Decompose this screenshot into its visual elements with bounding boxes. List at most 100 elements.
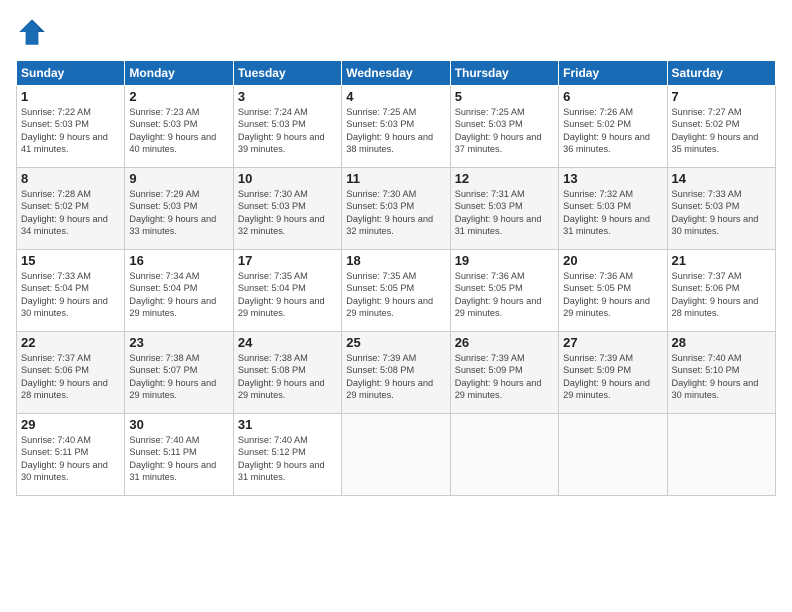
- calendar-week-5: 29 Sunrise: 7:40 AMSunset: 5:11 PMDaylig…: [17, 414, 776, 496]
- calendar-week-3: 15 Sunrise: 7:33 AMSunset: 5:04 PMDaylig…: [17, 250, 776, 332]
- calendar-cell: 29 Sunrise: 7:40 AMSunset: 5:11 PMDaylig…: [17, 414, 125, 496]
- day-number: 18: [346, 253, 445, 268]
- calendar-cell: 6 Sunrise: 7:26 AMSunset: 5:02 PMDayligh…: [559, 86, 667, 168]
- calendar-cell: 25 Sunrise: 7:39 AMSunset: 5:08 PMDaylig…: [342, 332, 450, 414]
- cell-info: Sunrise: 7:32 AMSunset: 5:03 PMDaylight:…: [563, 188, 662, 238]
- day-number: 30: [129, 417, 228, 432]
- weekday-header-monday: Monday: [125, 61, 233, 86]
- cell-info: Sunrise: 7:34 AMSunset: 5:04 PMDaylight:…: [129, 270, 228, 320]
- calendar-cell: 24 Sunrise: 7:38 AMSunset: 5:08 PMDaylig…: [233, 332, 341, 414]
- day-number: 9: [129, 171, 228, 186]
- day-number: 10: [238, 171, 337, 186]
- day-number: 3: [238, 89, 337, 104]
- logo: [16, 16, 54, 48]
- cell-info: Sunrise: 7:30 AMSunset: 5:03 PMDaylight:…: [238, 188, 337, 238]
- calendar-cell: 1 Sunrise: 7:22 AMSunset: 5:03 PMDayligh…: [17, 86, 125, 168]
- logo-icon: [16, 16, 48, 48]
- calendar-cell: 27 Sunrise: 7:39 AMSunset: 5:09 PMDaylig…: [559, 332, 667, 414]
- calendar-cell: 30 Sunrise: 7:40 AMSunset: 5:11 PMDaylig…: [125, 414, 233, 496]
- cell-info: Sunrise: 7:39 AMSunset: 5:09 PMDaylight:…: [563, 352, 662, 402]
- calendar-cell: 8 Sunrise: 7:28 AMSunset: 5:02 PMDayligh…: [17, 168, 125, 250]
- cell-info: Sunrise: 7:38 AMSunset: 5:07 PMDaylight:…: [129, 352, 228, 402]
- calendar-cell: 14 Sunrise: 7:33 AMSunset: 5:03 PMDaylig…: [667, 168, 775, 250]
- weekday-header-sunday: Sunday: [17, 61, 125, 86]
- day-number: 11: [346, 171, 445, 186]
- day-number: 14: [672, 171, 771, 186]
- day-number: 24: [238, 335, 337, 350]
- calendar-cell: 22 Sunrise: 7:37 AMSunset: 5:06 PMDaylig…: [17, 332, 125, 414]
- cell-info: Sunrise: 7:33 AMSunset: 5:04 PMDaylight:…: [21, 270, 120, 320]
- cell-info: Sunrise: 7:40 AMSunset: 5:11 PMDaylight:…: [129, 434, 228, 484]
- day-number: 4: [346, 89, 445, 104]
- day-number: 19: [455, 253, 554, 268]
- cell-info: Sunrise: 7:28 AMSunset: 5:02 PMDaylight:…: [21, 188, 120, 238]
- calendar-cell: 31 Sunrise: 7:40 AMSunset: 5:12 PMDaylig…: [233, 414, 341, 496]
- cell-info: Sunrise: 7:23 AMSunset: 5:03 PMDaylight:…: [129, 106, 228, 156]
- day-number: 16: [129, 253, 228, 268]
- calendar-cell: 20 Sunrise: 7:36 AMSunset: 5:05 PMDaylig…: [559, 250, 667, 332]
- calendar-cell: 16 Sunrise: 7:34 AMSunset: 5:04 PMDaylig…: [125, 250, 233, 332]
- page-container: SundayMondayTuesdayWednesdayThursdayFrid…: [0, 0, 792, 504]
- weekday-header-tuesday: Tuesday: [233, 61, 341, 86]
- day-number: 15: [21, 253, 120, 268]
- calendar-cell: 12 Sunrise: 7:31 AMSunset: 5:03 PMDaylig…: [450, 168, 558, 250]
- calendar-cell: 7 Sunrise: 7:27 AMSunset: 5:02 PMDayligh…: [667, 86, 775, 168]
- calendar-cell: 5 Sunrise: 7:25 AMSunset: 5:03 PMDayligh…: [450, 86, 558, 168]
- day-number: 31: [238, 417, 337, 432]
- calendar-cell: [559, 414, 667, 496]
- calendar-cell: [667, 414, 775, 496]
- header: [16, 16, 776, 48]
- day-number: 22: [21, 335, 120, 350]
- weekday-header-friday: Friday: [559, 61, 667, 86]
- day-number: 13: [563, 171, 662, 186]
- day-number: 20: [563, 253, 662, 268]
- cell-info: Sunrise: 7:40 AMSunset: 5:11 PMDaylight:…: [21, 434, 120, 484]
- calendar-body: 1 Sunrise: 7:22 AMSunset: 5:03 PMDayligh…: [17, 86, 776, 496]
- day-number: 29: [21, 417, 120, 432]
- day-number: 27: [563, 335, 662, 350]
- calendar-cell: 18 Sunrise: 7:35 AMSunset: 5:05 PMDaylig…: [342, 250, 450, 332]
- weekday-header-row: SundayMondayTuesdayWednesdayThursdayFrid…: [17, 61, 776, 86]
- cell-info: Sunrise: 7:26 AMSunset: 5:02 PMDaylight:…: [563, 106, 662, 156]
- cell-info: Sunrise: 7:35 AMSunset: 5:05 PMDaylight:…: [346, 270, 445, 320]
- calendar-cell: 23 Sunrise: 7:38 AMSunset: 5:07 PMDaylig…: [125, 332, 233, 414]
- cell-info: Sunrise: 7:40 AMSunset: 5:10 PMDaylight:…: [672, 352, 771, 402]
- cell-info: Sunrise: 7:22 AMSunset: 5:03 PMDaylight:…: [21, 106, 120, 156]
- cell-info: Sunrise: 7:30 AMSunset: 5:03 PMDaylight:…: [346, 188, 445, 238]
- cell-info: Sunrise: 7:37 AMSunset: 5:06 PMDaylight:…: [21, 352, 120, 402]
- cell-info: Sunrise: 7:40 AMSunset: 5:12 PMDaylight:…: [238, 434, 337, 484]
- calendar-week-1: 1 Sunrise: 7:22 AMSunset: 5:03 PMDayligh…: [17, 86, 776, 168]
- calendar-cell: 21 Sunrise: 7:37 AMSunset: 5:06 PMDaylig…: [667, 250, 775, 332]
- day-number: 23: [129, 335, 228, 350]
- weekday-header-thursday: Thursday: [450, 61, 558, 86]
- day-number: 28: [672, 335, 771, 350]
- cell-info: Sunrise: 7:29 AMSunset: 5:03 PMDaylight:…: [129, 188, 228, 238]
- calendar-cell: 11 Sunrise: 7:30 AMSunset: 5:03 PMDaylig…: [342, 168, 450, 250]
- calendar-cell: 26 Sunrise: 7:39 AMSunset: 5:09 PMDaylig…: [450, 332, 558, 414]
- day-number: 25: [346, 335, 445, 350]
- cell-info: Sunrise: 7:33 AMSunset: 5:03 PMDaylight:…: [672, 188, 771, 238]
- cell-info: Sunrise: 7:35 AMSunset: 5:04 PMDaylight:…: [238, 270, 337, 320]
- cell-info: Sunrise: 7:36 AMSunset: 5:05 PMDaylight:…: [455, 270, 554, 320]
- day-number: 6: [563, 89, 662, 104]
- day-number: 26: [455, 335, 554, 350]
- calendar-cell: 15 Sunrise: 7:33 AMSunset: 5:04 PMDaylig…: [17, 250, 125, 332]
- cell-info: Sunrise: 7:39 AMSunset: 5:08 PMDaylight:…: [346, 352, 445, 402]
- calendar-cell: 3 Sunrise: 7:24 AMSunset: 5:03 PMDayligh…: [233, 86, 341, 168]
- calendar-cell: 10 Sunrise: 7:30 AMSunset: 5:03 PMDaylig…: [233, 168, 341, 250]
- weekday-header-wednesday: Wednesday: [342, 61, 450, 86]
- calendar-cell: 28 Sunrise: 7:40 AMSunset: 5:10 PMDaylig…: [667, 332, 775, 414]
- calendar-table: SundayMondayTuesdayWednesdayThursdayFrid…: [16, 60, 776, 496]
- cell-info: Sunrise: 7:31 AMSunset: 5:03 PMDaylight:…: [455, 188, 554, 238]
- cell-info: Sunrise: 7:39 AMSunset: 5:09 PMDaylight:…: [455, 352, 554, 402]
- day-number: 8: [21, 171, 120, 186]
- day-number: 2: [129, 89, 228, 104]
- cell-info: Sunrise: 7:36 AMSunset: 5:05 PMDaylight:…: [563, 270, 662, 320]
- day-number: 12: [455, 171, 554, 186]
- cell-info: Sunrise: 7:27 AMSunset: 5:02 PMDaylight:…: [672, 106, 771, 156]
- calendar-cell: 19 Sunrise: 7:36 AMSunset: 5:05 PMDaylig…: [450, 250, 558, 332]
- calendar-cell: 17 Sunrise: 7:35 AMSunset: 5:04 PMDaylig…: [233, 250, 341, 332]
- calendar-cell: 4 Sunrise: 7:25 AMSunset: 5:03 PMDayligh…: [342, 86, 450, 168]
- calendar-week-4: 22 Sunrise: 7:37 AMSunset: 5:06 PMDaylig…: [17, 332, 776, 414]
- cell-info: Sunrise: 7:37 AMSunset: 5:06 PMDaylight:…: [672, 270, 771, 320]
